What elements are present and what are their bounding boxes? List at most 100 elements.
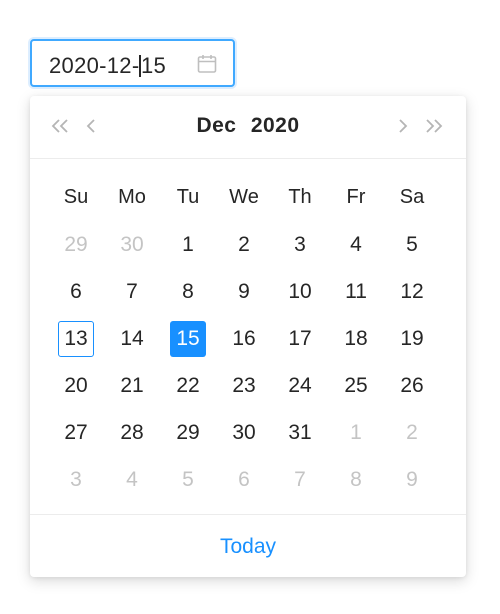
calendar-cell: 28 <box>104 409 160 456</box>
calendar-day[interactable]: 31 <box>282 415 318 451</box>
calendar-day[interactable]: 23 <box>226 368 262 404</box>
calendar-cell: 27 <box>48 409 104 456</box>
today-button[interactable]: Today <box>220 535 276 559</box>
calendar-cell: 5 <box>160 456 216 503</box>
calendar-weeks: 29 30 1 2 3 4 5 6 7 8 9 10 11 12 13 14 15 16 17 18 19 20 21 22 2… <box>48 221 448 503</box>
calendar-cell: 29 <box>160 409 216 456</box>
calendar-day[interactable]: 1 <box>170 227 206 263</box>
calendar-day-outside-month[interactable]: 7 <box>282 462 318 498</box>
calendar-day-outside-month[interactable]: 30 <box>114 227 150 263</box>
calendar-cell: 23 <box>216 362 272 409</box>
calendar-cell: 29 <box>48 221 104 268</box>
calendar-week-row: 3456789 <box>48 456 448 503</box>
calendar-day[interactable]: 4 <box>338 227 374 263</box>
calendar-day[interactable]: 25 <box>338 368 374 404</box>
calendar-day[interactable]: 26 <box>394 368 430 404</box>
calendar-day-outside-month[interactable]: 1 <box>338 415 374 451</box>
calendar-day[interactable]: 18 <box>338 321 374 357</box>
date-picker-footer: Today <box>30 514 466 578</box>
calendar-day[interactable]: 22 <box>170 368 206 404</box>
calendar-day[interactable]: 16 <box>226 321 262 357</box>
weekday-header-row: Su Mo Tu We Th Fr Sa <box>48 174 448 221</box>
calendar-day[interactable]: 24 <box>282 368 318 404</box>
weekday-label: Sa <box>399 186 425 208</box>
calendar-cell: 1 <box>328 409 384 456</box>
next-month-button[interactable] <box>390 112 416 140</box>
calendar-cell: 18 <box>328 315 384 362</box>
month-select[interactable]: Dec <box>196 114 236 137</box>
calendar-cell: 4 <box>104 456 160 503</box>
calendar-day[interactable]: 30 <box>226 415 262 451</box>
calendar-day[interactable]: 7 <box>114 274 150 310</box>
date-picker-panel: Dec 2020 Su Mo Tu We Th Fr Sa 29 30 1 2 … <box>30 96 466 577</box>
weekday-label: We <box>229 186 259 208</box>
calendar-cell: 21 <box>104 362 160 409</box>
calendar-grid: Su Mo Tu We Th Fr Sa 29 30 1 2 3 4 5 6 7 8 9 10 11 12… <box>48 174 448 503</box>
calendar-day[interactable]: 9 <box>226 274 262 310</box>
calendar-cell: 22 <box>160 362 216 409</box>
calendar-week-row: 27 28 29 30 31 1 2 <box>48 409 448 456</box>
calendar-cell: 7 <box>104 268 160 315</box>
calendar-cell: 20 <box>48 362 104 409</box>
calendar-cell: 25 <box>328 362 384 409</box>
calendar-cell: 6 <box>216 456 272 503</box>
calendar-day-outside-month[interactable]: 6 <box>226 462 262 498</box>
calendar-cell: 8 <box>328 456 384 503</box>
calendar-day[interactable]: 19 <box>394 321 430 357</box>
calendar-day-outside-month[interactable]: 3 <box>58 462 94 498</box>
calendar-cell: 30 <box>216 409 272 456</box>
calendar-day-outside-month[interactable]: 8 <box>338 462 374 498</box>
calendar-day[interactable]: 5 <box>394 227 430 263</box>
calendar-cell: 13 <box>48 315 104 362</box>
calendar-day-outside-month[interactable]: 5 <box>170 462 206 498</box>
calendar-day[interactable]: 12 <box>394 274 430 310</box>
calendar-day[interactable]: 17 <box>282 321 318 357</box>
calendar-cell: 31 <box>272 409 328 456</box>
calendar-day[interactable]: 21 <box>114 368 150 404</box>
calendar-day-outside-month[interactable]: 9 <box>394 462 430 498</box>
calendar-icon[interactable] <box>196 53 218 75</box>
date-input-text-after-caret: 15 <box>140 53 167 78</box>
calendar-day[interactable]: 11 <box>338 274 374 310</box>
calendar-day[interactable]: 3 <box>282 227 318 263</box>
date-input[interactable]: 2020-12-15 <box>30 39 235 87</box>
calendar-cell: 3 <box>48 456 104 503</box>
calendar-day[interactable]: 2 <box>226 227 262 263</box>
date-picker-header: Dec 2020 <box>30 96 466 159</box>
calendar-cell: 11 <box>328 268 384 315</box>
calendar-cell: 17 <box>272 315 328 362</box>
calendar-day-outside-month[interactable]: 4 <box>114 462 150 498</box>
calendar-day[interactable]: 27 <box>58 415 94 451</box>
calendar-day[interactable]: 8 <box>170 274 206 310</box>
calendar-cell: 2 <box>216 221 272 268</box>
calendar-cell: 19 <box>384 315 440 362</box>
calendar-cell: 5 <box>384 221 440 268</box>
calendar-day[interactable]: 29 <box>170 415 206 451</box>
calendar-week-row: 20 21 22 23 24 25 26 <box>48 362 448 409</box>
calendar-day[interactable]: 20 <box>58 368 94 404</box>
calendar-cell: 15 <box>160 315 216 362</box>
weekday-label: Fr <box>346 186 366 208</box>
calendar-cell: 1 <box>160 221 216 268</box>
year-select[interactable]: 2020 <box>251 114 300 137</box>
calendar-day[interactable]: 10 <box>282 274 318 310</box>
calendar-cell: 3 <box>272 221 328 268</box>
calendar-cell: 10 <box>272 268 328 315</box>
calendar-day[interactable]: 6 <box>58 274 94 310</box>
weekday-label: Mo <box>118 186 146 208</box>
calendar-cell: 2 <box>384 409 440 456</box>
calendar-day[interactable]: 28 <box>114 415 150 451</box>
calendar-day-outside-month[interactable]: 29 <box>58 227 94 263</box>
weekday-label: Su <box>63 186 89 208</box>
calendar-day-outside-month[interactable]: 2 <box>394 415 430 451</box>
calendar-week-row: 29 30 1 2 3 4 5 <box>48 221 448 268</box>
calendar-week-row: 13 14 15 16 17 18 19 <box>48 315 448 362</box>
calendar-cell: 9 <box>216 268 272 315</box>
date-input-value[interactable]: 2020-12-15 <box>49 53 166 79</box>
calendar-day[interactable]: 14 <box>114 321 150 357</box>
calendar-day-today[interactable]: 13 <box>58 320 94 357</box>
calendar-day-selected[interactable]: 15 <box>170 320 206 357</box>
calendar-cell: 26 <box>384 362 440 409</box>
calendar-cell: 9 <box>384 456 440 503</box>
next-year-button[interactable] <box>420 112 446 140</box>
